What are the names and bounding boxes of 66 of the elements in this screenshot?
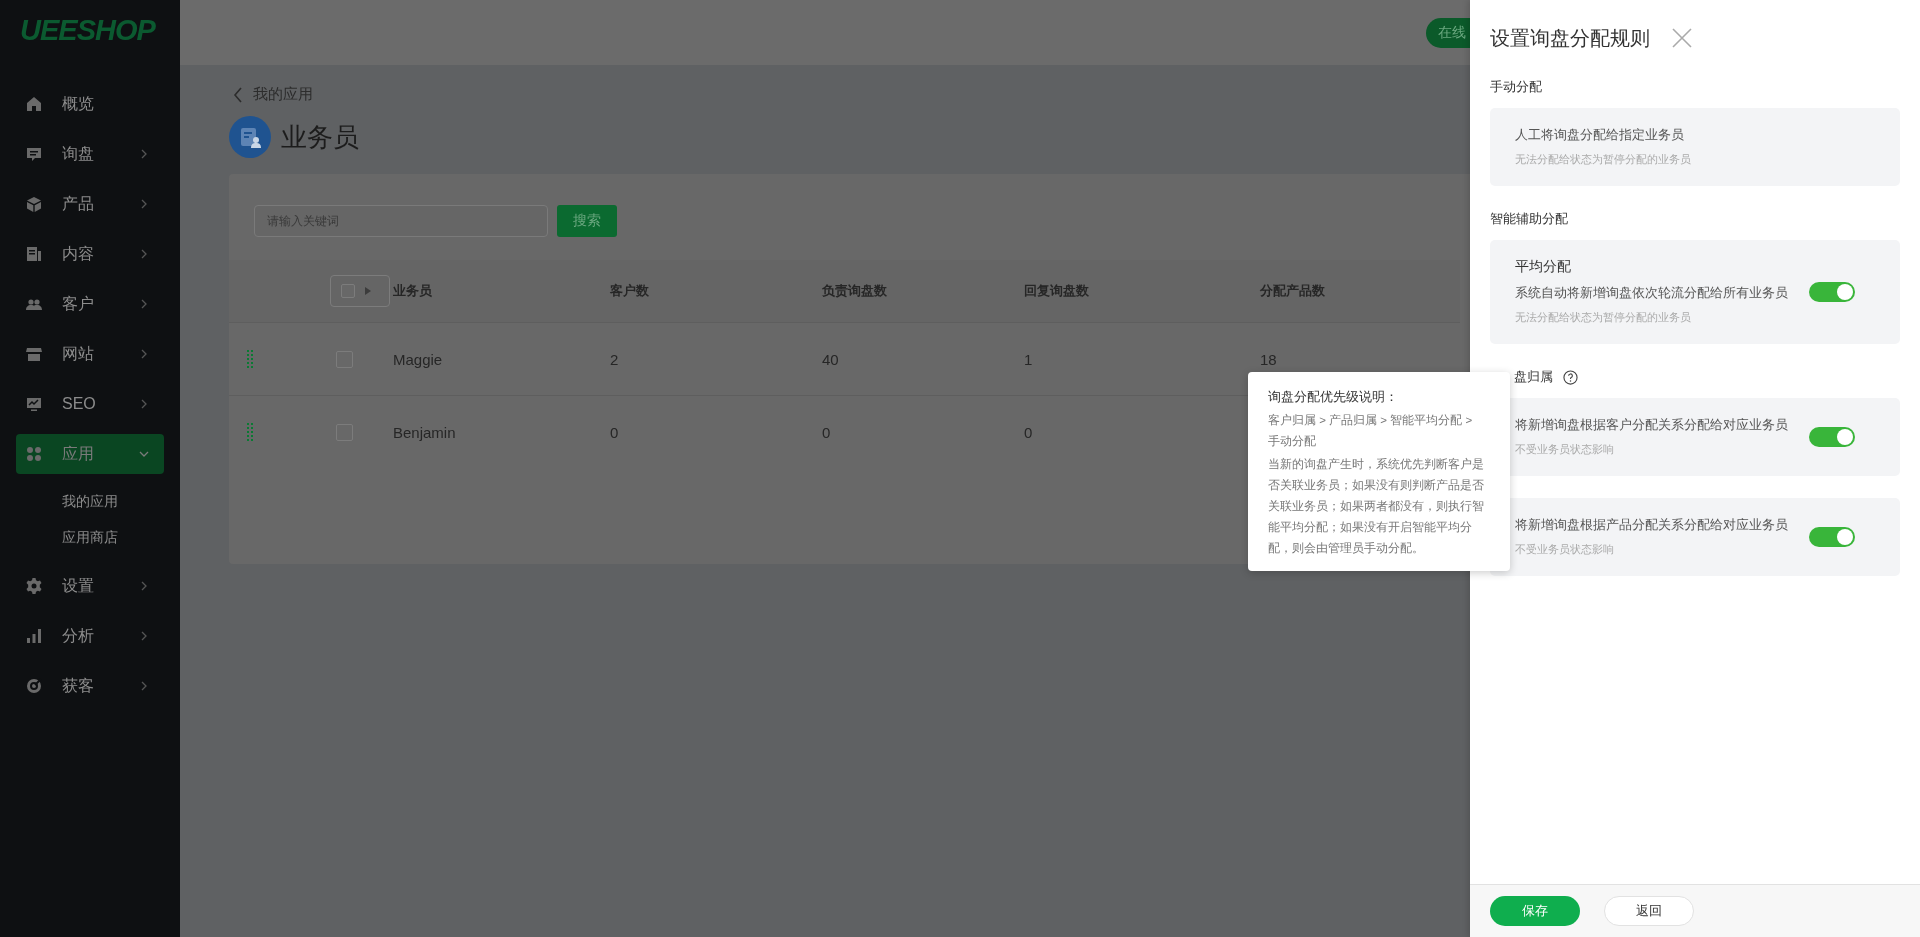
- logo: UEESHOP: [19, 13, 157, 48]
- rule-description: 将新增询盘根据客户分配关系分配给对应业务员: [1515, 416, 1789, 434]
- toggle-switch[interactable]: [1809, 281, 1855, 302]
- table-cell: 0: [1024, 423, 1033, 441]
- section-heading: 手动分配: [1490, 78, 1542, 96]
- target-icon: [26, 678, 42, 694]
- submenu-item[interactable]: 应用商店: [0, 520, 180, 556]
- section-heading: 智能辅助分配: [1490, 210, 1568, 228]
- sidebar-item[interactable]: 设置: [16, 566, 164, 606]
- sidebar-item[interactable]: 概览: [16, 84, 164, 124]
- rule-note: 无法分配给状态为暂停分配的业务员: [1515, 310, 1692, 325]
- cube-icon: [26, 196, 42, 212]
- rule-description: 系统自动将新增询盘依次轮流分配给所有业务员: [1515, 284, 1789, 302]
- rule-description: 人工将询盘分配给指定业务员: [1515, 126, 1685, 144]
- column-header: 分配产品数: [1260, 282, 1325, 300]
- table-cell: Benjamin: [393, 423, 456, 441]
- monitor-icon: [26, 396, 42, 412]
- rule-note: 不受业务员状态影响: [1515, 442, 1615, 457]
- caret-right-icon: [365, 287, 371, 295]
- column-header: 业务员: [393, 282, 432, 300]
- home-icon: [26, 96, 42, 112]
- bar-chart-icon: [26, 628, 42, 644]
- page-title: 业务员: [281, 120, 359, 154]
- rule-note: 不受业务员状态影响: [1515, 542, 1615, 557]
- priority-text: 客户归属 > 产品归属 > 智能平均分配 > 手动分配: [1268, 413, 1474, 449]
- column-header: 负责询盘数: [822, 282, 887, 300]
- toggle-switch[interactable]: [1809, 526, 1855, 547]
- online-service-button[interactable]: 在线: [1426, 17, 1470, 48]
- table-cell: 0: [610, 423, 619, 441]
- store-icon: [26, 346, 42, 362]
- select-all-dropdown[interactable]: [330, 275, 390, 307]
- sidebar-item[interactable]: 内容: [16, 234, 164, 274]
- section-heading: 盘归属: [1514, 368, 1553, 386]
- rule-note: 无法分配给状态为暂停分配的业务员: [1515, 152, 1692, 167]
- close-icon[interactable]: [1672, 28, 1692, 48]
- table-cell: 1: [1024, 350, 1033, 368]
- table-cell: 2: [610, 350, 619, 368]
- sidebar-item[interactable]: 网站: [16, 334, 164, 374]
- sidebar-item[interactable]: SEO: [16, 384, 164, 424]
- column-header: 回复询盘数: [1024, 282, 1089, 300]
- toggle-switch[interactable]: [1809, 426, 1855, 447]
- drag-handle-icon: [247, 350, 253, 368]
- document-icon: [26, 246, 42, 262]
- sidebar-item[interactable]: 分析: [16, 616, 164, 656]
- people-icon: [26, 296, 42, 312]
- rule-description: 将新增询盘根据产品分配关系分配给对应业务员: [1515, 516, 1789, 534]
- tooltip-text: 当新的询盘产生时，系统优先判断客户是否关联业务员；如果没有则判断产品是否关联业务员；如果两者都没有，则执行智能平均分配；如果没有开启智能平均分配，则会由管理员手动分配。: [1268, 457, 1485, 556]
- table-cell: Maggie: [393, 350, 443, 368]
- settings-icon: [26, 578, 42, 594]
- grid-icon: [26, 446, 42, 462]
- table-cell: 40: [822, 350, 839, 368]
- table-cell: 0: [822, 423, 831, 441]
- sidebar-item[interactable]: 获客: [16, 666, 164, 706]
- column-header: 客户数: [610, 282, 649, 300]
- table-cell: 18: [1260, 350, 1277, 368]
- app-avatar-icon: [229, 116, 271, 158]
- drag-handle-icon: [247, 423, 253, 441]
- sidebar-item[interactable]: 客户: [16, 284, 164, 324]
- sidebar-item[interactable]: 询盘: [16, 134, 164, 174]
- sidebar-item[interactable]: 产品: [16, 184, 164, 224]
- tooltip-title: 询盘分配优先级说明：: [1268, 388, 1399, 406]
- panel-title: 设置询盘分配规则: [1490, 25, 1650, 51]
- back-button[interactable]: 返回: [1604, 896, 1694, 926]
- chat-icon: [26, 146, 42, 162]
- rule-title: 平均分配: [1515, 258, 1572, 276]
- submenu-item[interactable]: 我的应用: [0, 484, 180, 520]
